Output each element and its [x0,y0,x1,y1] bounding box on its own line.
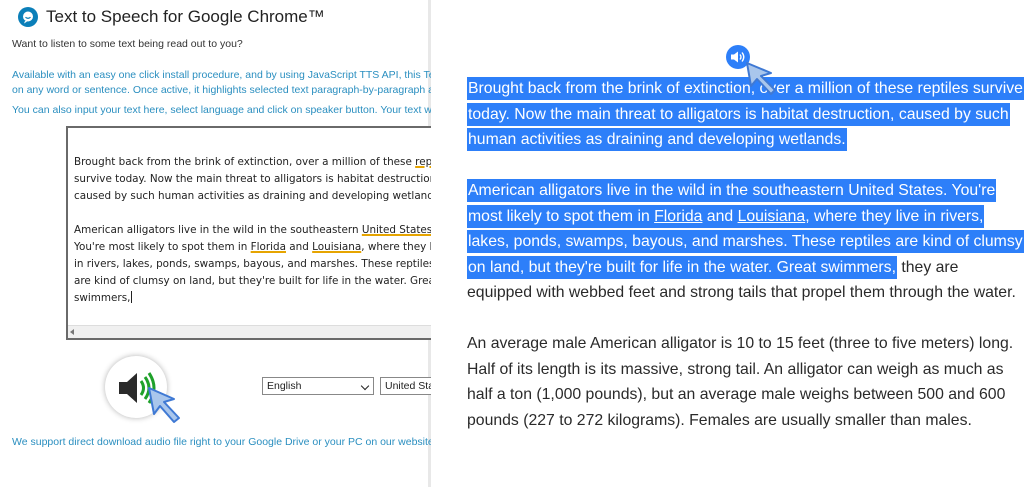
mouse-pointer-icon [148,387,180,423]
spellcheck-word: reptiles [415,156,431,168]
spellcheck-word: Louisiana [312,241,362,253]
article-page: Brought back from the brink of extinctio… [431,0,1024,487]
text-input-area[interactable]: Brought back from the brink of extinctio… [66,126,431,340]
spellcheck-word: United States [361,224,431,236]
editor-content[interactable]: Brought back from the brink of extinctio… [74,154,431,324]
description: Available with an easy one click install… [12,68,431,98]
scroll-left-arrow-icon[interactable] [70,329,74,335]
app-title: Text to Speech for Google Chrome™ [46,7,325,26]
extension-page: Text to Speech for Google Chrome™ Want t… [0,0,431,487]
description-line: on any word or sentence. Once active, it… [12,84,431,96]
chevron-down-icon [360,381,370,391]
article-paragraph: American alligators live in the wild in … [467,178,1024,306]
horizontal-scrollbar[interactable] [68,325,431,338]
text-caret [131,291,133,303]
input-hint: You can also input your text here, selec… [12,104,431,116]
region-select-value: United Sta [385,380,431,392]
speech-bubble-logo-icon [18,7,38,27]
editor-paragraph: American alligators live in the wild in … [74,224,431,304]
article-paragraph: An average male American alligator is 10… [467,335,1014,429]
mouse-pointer-icon [746,62,776,95]
spellcheck-word: Florida [250,241,286,253]
article-body[interactable]: Brought back from the brink of extinctio… [467,76,1024,459]
editor-paragraph: Brought back from the brink of extinctio… [74,154,431,205]
download-note: We support direct download audio file ri… [12,436,431,448]
intro-text: Want to listen to some text being read o… [12,38,243,50]
description-line: Available with an easy one click install… [12,69,431,81]
language-select[interactable]: English [262,377,374,395]
language-select-value: English [267,380,302,392]
region-select[interactable]: United Sta [380,377,431,395]
app-header: Text to Speech for Google Chrome™ [18,6,325,28]
